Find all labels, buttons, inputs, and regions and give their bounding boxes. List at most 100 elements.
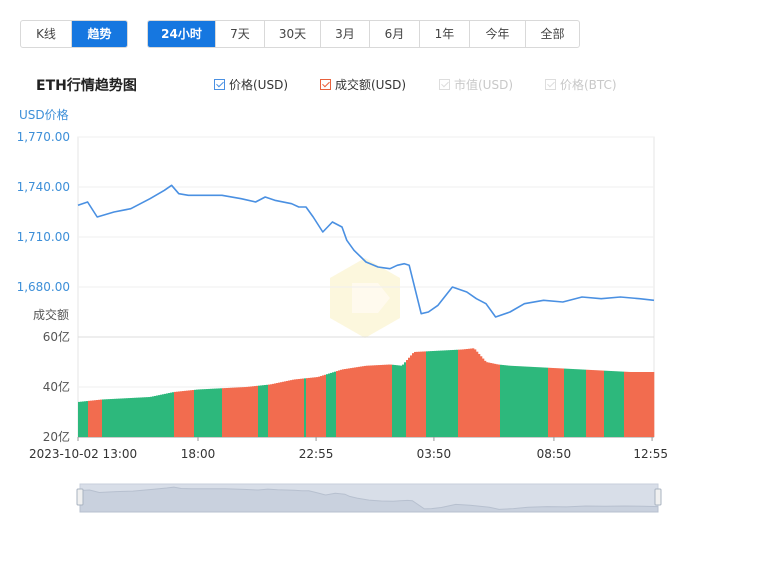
tab-kline[interactable]: K线 xyxy=(21,21,72,47)
tab-trend[interactable]: 趋势 xyxy=(72,21,127,47)
volume-bar xyxy=(238,387,241,437)
volume-bar xyxy=(180,391,183,437)
volume-bar xyxy=(372,365,375,437)
tab-24h[interactable]: 24小时 xyxy=(148,21,216,47)
time-range-tabs: 24小时 7天 30天 3月 6月 1年 今年 全部 xyxy=(147,20,580,48)
volume-bar xyxy=(360,366,363,437)
x-tick-label: 2023-10-02 13:00 xyxy=(29,447,137,461)
volume-bar xyxy=(292,379,295,437)
volume-bar xyxy=(106,399,109,437)
volume-bar xyxy=(374,365,377,437)
volume-bar xyxy=(100,399,103,437)
tab-3m[interactable]: 3月 xyxy=(321,21,370,47)
volume-bar xyxy=(200,389,203,437)
volume-bar xyxy=(516,366,519,437)
volume-bar xyxy=(104,399,107,437)
volume-bar xyxy=(114,398,117,437)
volume-bar xyxy=(460,349,463,437)
legend-price-btc[interactable]: 价格(BTC) xyxy=(545,76,617,93)
volume-bar xyxy=(332,372,335,437)
price-tick-label: 1,680.00 xyxy=(17,280,70,294)
volume-bar xyxy=(156,395,159,437)
volume-bar xyxy=(366,365,369,437)
volume-bar xyxy=(530,366,533,437)
volume-bar xyxy=(602,370,605,437)
volume-bar xyxy=(160,394,163,437)
tab-7d[interactable]: 7天 xyxy=(216,21,265,47)
volume-bar xyxy=(642,372,645,437)
legend-volume-usd[interactable]: 成交额(USD) xyxy=(320,76,406,93)
range-navigator[interactable] xyxy=(76,483,662,513)
volume-bar xyxy=(312,377,315,437)
tab-all[interactable]: 全部 xyxy=(526,21,579,47)
volume-bar xyxy=(636,372,639,437)
volume-bar xyxy=(488,362,491,438)
volume-bar xyxy=(450,350,453,437)
volume-bar xyxy=(504,365,507,437)
volume-bar xyxy=(354,367,357,437)
volume-bar xyxy=(174,391,177,437)
volume-tick-label: 40亿 xyxy=(43,379,70,394)
volume-bar xyxy=(444,350,447,437)
volume-bar xyxy=(148,397,151,437)
volume-bar xyxy=(522,366,525,437)
legend-marketcap-usd[interactable]: 市值(USD) xyxy=(439,76,513,93)
plot-frame xyxy=(77,136,655,438)
volume-bar xyxy=(236,387,239,437)
volume-bar xyxy=(346,368,349,437)
volume-bar xyxy=(370,365,373,437)
x-tick-label: 08:50 xyxy=(537,447,572,461)
tab-30d[interactable]: 30天 xyxy=(265,21,321,47)
volume-bar xyxy=(412,353,415,437)
volume-bar xyxy=(184,390,187,437)
tab-ytd[interactable]: 今年 xyxy=(470,21,526,47)
volume-bar xyxy=(324,374,327,437)
volume-bar xyxy=(344,369,347,437)
navigator-left-handle[interactable] xyxy=(76,488,84,506)
volume-bar xyxy=(528,366,531,437)
tab-6m[interactable]: 6月 xyxy=(370,21,420,47)
volume-bar xyxy=(574,369,577,437)
volume-bar xyxy=(336,371,339,437)
volume-bar xyxy=(152,396,155,438)
volume-bar xyxy=(120,398,123,437)
volume-bar xyxy=(220,388,223,437)
volume-bar xyxy=(166,393,169,437)
volume-bar xyxy=(632,372,635,437)
volume-bar xyxy=(650,372,653,437)
volume-bar xyxy=(648,372,651,437)
volume-bar xyxy=(594,370,597,437)
checkbox-icon xyxy=(320,79,331,90)
volume-bar xyxy=(228,387,231,437)
volume-bar xyxy=(326,374,329,437)
volume-bar xyxy=(176,391,179,437)
price-line xyxy=(77,184,655,318)
volume-bar xyxy=(222,388,225,437)
volume-bar xyxy=(202,389,205,437)
navigator-right-handle[interactable] xyxy=(654,488,662,506)
volume-bar xyxy=(334,371,337,437)
volume-bar xyxy=(318,376,321,437)
volume-bar xyxy=(214,388,217,437)
volume-bar xyxy=(108,399,111,437)
volume-bar xyxy=(158,395,161,438)
volume-bar xyxy=(242,387,245,437)
volume-bar xyxy=(540,367,543,437)
tab-1y[interactable]: 1年 xyxy=(420,21,470,47)
volume-bar xyxy=(146,397,149,437)
volume-bar xyxy=(364,365,367,437)
volume-bar xyxy=(552,367,555,437)
volume-bar xyxy=(300,378,303,437)
volume-bar xyxy=(546,367,549,437)
volume-bar xyxy=(264,385,267,437)
volume-bar xyxy=(596,370,599,437)
volume-bar xyxy=(194,389,197,437)
legend-price-usd[interactable]: 价格(USD) xyxy=(214,76,288,93)
volume-bar xyxy=(490,363,493,437)
volume-bar xyxy=(406,360,409,437)
volume-bar xyxy=(610,371,613,437)
volume-bar xyxy=(626,371,629,437)
volume-bar xyxy=(196,389,199,437)
volume-bar xyxy=(590,369,593,437)
volume-bar xyxy=(386,364,389,437)
